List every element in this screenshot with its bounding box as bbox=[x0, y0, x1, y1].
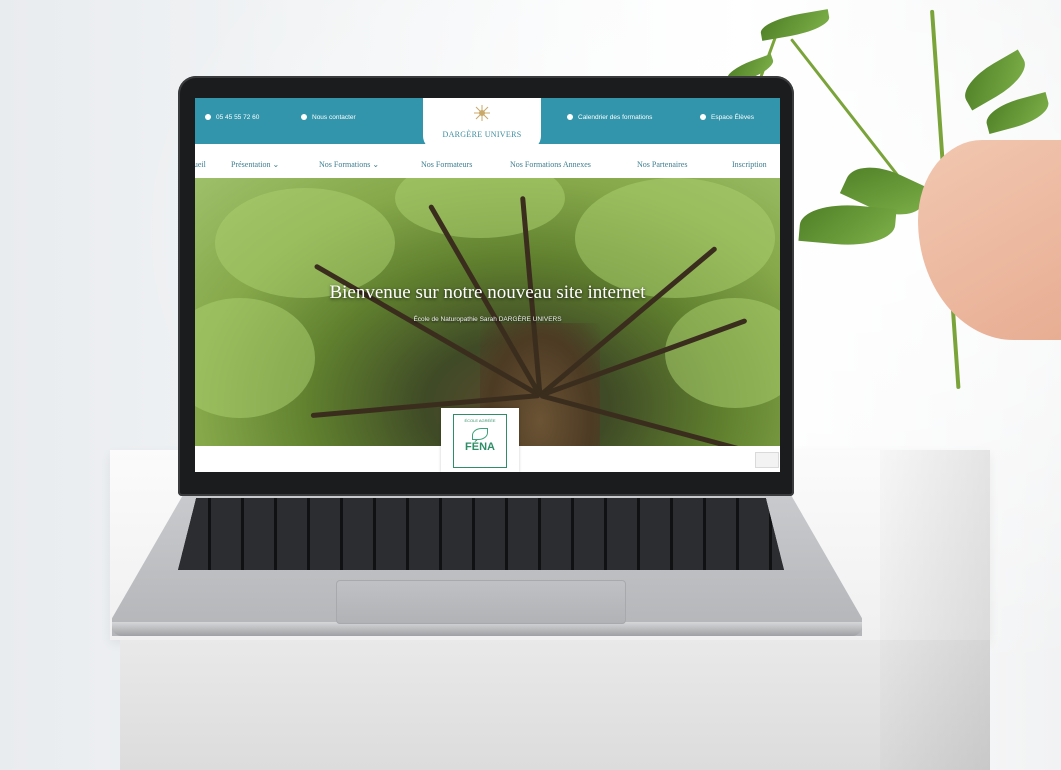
leaf-icon bbox=[472, 428, 488, 440]
site-logo[interactable]: DARGÈRE UNIVERS bbox=[423, 98, 541, 150]
phone-icon bbox=[205, 114, 211, 121]
calendar-link[interactable]: Calendrier des formations bbox=[567, 114, 652, 121]
nav-item-formateurs[interactable]: Nos Formateurs bbox=[421, 160, 472, 169]
nav-item-formations-annexes[interactable]: Nos Formations Annexes bbox=[510, 160, 591, 169]
hero-subtitle: École de Naturopathie Sarah DARGÈRE UNIV… bbox=[413, 316, 562, 323]
hero-title: Bienvenue sur notre nouveau site interne… bbox=[329, 282, 646, 303]
laptop-trackpad bbox=[336, 580, 626, 624]
hero-banner: Bienvenue sur notre nouveau site interne… bbox=[195, 178, 780, 446]
nav-item-accueil[interactable]: Accueil bbox=[195, 160, 206, 169]
fena-badge-frame: ÉCOLE AGRÉÉE FÉNA bbox=[453, 414, 507, 468]
main-navigation: Accueil Présentation ⌄ Nos Formations ⌄ … bbox=[195, 150, 780, 179]
calendar-icon bbox=[567, 114, 573, 121]
phone-number: 05 45 55 72 60 bbox=[216, 114, 260, 121]
badge-name: FÉNA bbox=[465, 441, 495, 453]
laptop-base-edge bbox=[112, 622, 862, 636]
logo-emblem-icon bbox=[474, 105, 490, 121]
student-space-label: Espace Élèves bbox=[711, 114, 754, 121]
nav-item-partenaires[interactable]: Nos Partenaires bbox=[637, 160, 687, 169]
pedestal-shadow bbox=[880, 450, 990, 770]
pedestal-front bbox=[120, 640, 990, 770]
nav-item-presentation[interactable]: Présentation ⌄ bbox=[231, 160, 279, 169]
fena-badge[interactable]: ÉCOLE AGRÉÉE FÉNA bbox=[441, 408, 519, 472]
nav-item-formations[interactable]: Nos Formations ⌄ bbox=[319, 160, 379, 169]
student-space-link[interactable]: Espace Élèves bbox=[700, 114, 754, 121]
mail-icon bbox=[301, 114, 307, 121]
user-icon bbox=[700, 114, 706, 121]
badge-top-text: ÉCOLE AGRÉÉE bbox=[464, 418, 496, 423]
nav-item-inscription[interactable]: Inscription bbox=[732, 160, 767, 169]
laptop-screen: 05 45 55 72 60 Nous contacter Calendrier… bbox=[195, 98, 780, 472]
calendar-label: Calendrier des formations bbox=[578, 114, 653, 121]
contact-label: Nous contacter bbox=[312, 114, 356, 121]
contact-link[interactable]: Nous contacter bbox=[301, 114, 356, 121]
scroll-top-button[interactable] bbox=[755, 452, 779, 468]
laptop-keyboard bbox=[178, 498, 784, 570]
phone-link[interactable]: 05 45 55 72 60 bbox=[205, 114, 259, 121]
logo-text: DARGÈRE UNIVERS bbox=[442, 130, 522, 139]
